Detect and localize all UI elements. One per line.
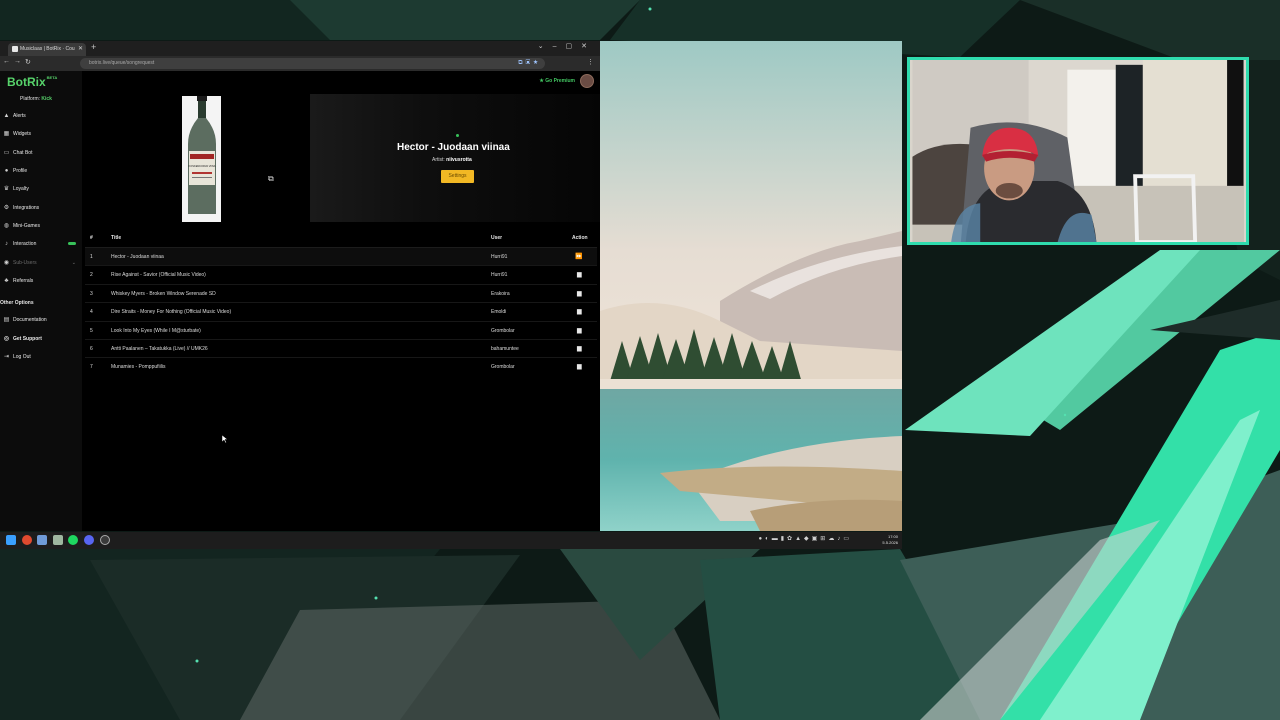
browser-window: Musiclaas | BotRix · Cou ✕ + ⌄–▢✕ ← → ↻ …: [0, 41, 600, 531]
taskbar-clock[interactable]: 17:00 5.5.2026: [882, 534, 898, 546]
folder-app-icon[interactable]: [37, 535, 47, 545]
desktop-wallpaper-image: [600, 41, 902, 531]
table-row: 5 Look Into My Eyes (While I M@sturbate)…: [85, 322, 597, 340]
trash-icon[interactable]: ▆: [577, 363, 582, 370]
trash-icon[interactable]: ▆: [577, 271, 582, 278]
logout-icon: ⇥: [3, 354, 10, 360]
sidebar-item-interaction[interactable]: ♪ Interaction: [2, 237, 80, 251]
windows-taskbar: ●◐▬▮✿▲◆▣⊞☁♪▭ 17:00 5.5.2026: [0, 532, 902, 549]
window-controls[interactable]: ⌄–▢✕: [538, 42, 596, 50]
table-row: 6 Antti Paalanen – Takatukka (Live) // U…: [85, 340, 597, 359]
webcam-feed-image: [907, 57, 1249, 245]
sidebar: BotRixBETA Platform: Kick ▲ Alerts ▦ Widge…: [0, 71, 82, 531]
header-num: #: [90, 235, 93, 241]
skip-icon[interactable]: ⏩: [575, 253, 582, 260]
chat-icon: ▭: [3, 150, 10, 156]
mouse-cursor-icon: [222, 435, 228, 443]
sidebar-item-integrations[interactable]: ⚙ Integrations: [2, 201, 80, 215]
sidebar-item-widgets[interactable]: ▦ Widgets: [2, 127, 80, 141]
account-area: ★ Go Premium: [530, 71, 600, 93]
avatar[interactable]: [580, 74, 594, 88]
document-icon: ▤: [3, 317, 10, 323]
sidebar-item-alerts[interactable]: ▲ Alerts: [2, 109, 80, 123]
url-text: botrix.live/queue/songrequest: [89, 60, 155, 66]
widgets-icon: ▦: [3, 131, 10, 137]
go-premium-button[interactable]: ★ Go Premium: [539, 78, 575, 84]
bell-icon: ▲: [3, 113, 10, 119]
live-indicator-dot: [456, 134, 459, 137]
botrix-app: BotRixBETA Platform: Kick ▲ Alerts ▦ Widge…: [0, 71, 600, 531]
brand-logo[interactable]: BotRixBETA: [7, 75, 57, 89]
close-icon[interactable]: ✕: [78, 43, 83, 56]
trophy-icon: ♛: [3, 186, 10, 192]
album-art-image: KOSKENKORVA VIINA: [182, 96, 221, 222]
bookmark-star-icon[interactable]: ⧉▣★: [518, 58, 541, 69]
users-icon: ◉: [3, 260, 10, 266]
table-row: 3 Whiskey Myers - Broken Window Serenade…: [85, 285, 597, 304]
trash-icon[interactable]: ▆: [577, 345, 582, 352]
sidebar-item-loyalty[interactable]: ♛ Loyalty: [2, 182, 80, 196]
forward-icon[interactable]: →: [14, 58, 21, 65]
tab-title: Musiclaas | BotRix · Cou: [20, 46, 75, 52]
spotify-app-icon[interactable]: [68, 535, 78, 545]
trash-icon[interactable]: ▆: [577, 290, 582, 297]
picture-in-picture-icon[interactable]: ⧉: [268, 174, 274, 184]
other-options-heading: Other Options: [0, 300, 34, 306]
header-action: Action: [572, 235, 588, 241]
settings-button[interactable]: Settings: [441, 170, 474, 183]
table-row: 2 Rise Against - Savior (Official Music …: [85, 266, 597, 285]
trash-icon[interactable]: ▆: [577, 327, 582, 334]
trash-icon[interactable]: ▆: [577, 308, 582, 315]
clock-date: 5.5.2026: [882, 540, 898, 545]
sidebar-item-profile[interactable]: ● Profile: [2, 164, 80, 178]
browser-tab[interactable]: Musiclaas | BotRix · Cou ✕: [8, 43, 86, 56]
table-header: # Title User Action: [85, 229, 597, 248]
header-title: Title: [111, 235, 122, 241]
song-queue-table: # Title User Action 1 Hector - Juodaan v…: [85, 229, 597, 376]
chevron-down-icon: ⌄: [71, 260, 76, 266]
now-playing-artist: Artist: niivusrotta: [432, 157, 472, 163]
sidebar-item-documentation[interactable]: ▤ Documentation: [2, 313, 80, 327]
platform-value: Kick: [41, 96, 52, 102]
user-icon: ●: [4, 168, 9, 174]
browser-menu-icon[interactable]: ⋮: [587, 58, 594, 66]
favicon-icon: [12, 45, 18, 52]
sidebar-item-get-support[interactable]: ◎ Get Support: [2, 332, 80, 346]
sidebar-item-chat-bot[interactable]: ▭ Chat Bot: [2, 146, 80, 160]
address-bar: ← → ↻ botrix.live/queue/songrequest ⧉▣★ …: [0, 56, 600, 71]
back-icon[interactable]: ←: [3, 58, 10, 65]
sidebar-item-referrals[interactable]: ♣ Referrals: [2, 274, 80, 288]
referral-icon: ♣: [4, 278, 9, 284]
sidebar-item-sub-users[interactable]: ◉ Sub-Users ⌄: [2, 256, 80, 270]
music-icon: ♪: [5, 241, 8, 247]
platform-indicator[interactable]: Platform: Kick: [20, 96, 52, 102]
new-badge: [68, 242, 76, 245]
sidebar-item-mini-games[interactable]: ◍ Mini-Games: [2, 219, 80, 233]
browser-app-icon[interactable]: [22, 535, 32, 545]
files-app-icon[interactable]: [53, 535, 63, 545]
system-tray-icons[interactable]: ●◐▬▮✿▲◆▣⊞☁♪▭: [759, 535, 853, 542]
beta-badge: BETA: [46, 75, 58, 80]
new-tab-icon[interactable]: +: [91, 42, 96, 52]
plug-icon: ⚙: [3, 205, 10, 211]
url-input[interactable]: botrix.live/queue/songrequest ⧉▣★: [80, 58, 545, 69]
bottle-label-text: KOSKENKORVA VIINA: [188, 164, 215, 168]
obs-app-icon[interactable]: [100, 535, 110, 545]
header-user: User: [491, 235, 503, 241]
table-row: 1 Hector - Juodaan viinaa Hurri91 ⏩: [85, 248, 597, 267]
table-row: 4 Dire Straits - Money For Nothing (Offi…: [85, 303, 597, 322]
tab-bar: Musiclaas | BotRix · Cou ✕ + ⌄–▢✕: [0, 41, 600, 56]
gamepad-icon: ◍: [3, 223, 10, 229]
reload-icon[interactable]: ↻: [25, 58, 31, 66]
discord-app-icon[interactable]: [84, 535, 94, 545]
now-playing-title: Hector - Juodaan viinaa: [397, 142, 510, 153]
support-icon: ◎: [3, 336, 10, 342]
table-row: 7 Munamies - Pomppufiilis Grombolar ▆: [90, 363, 582, 371]
windows-start-icon[interactable]: [6, 535, 16, 545]
sidebar-item-log-out[interactable]: ⇥ Log Out: [2, 350, 80, 364]
